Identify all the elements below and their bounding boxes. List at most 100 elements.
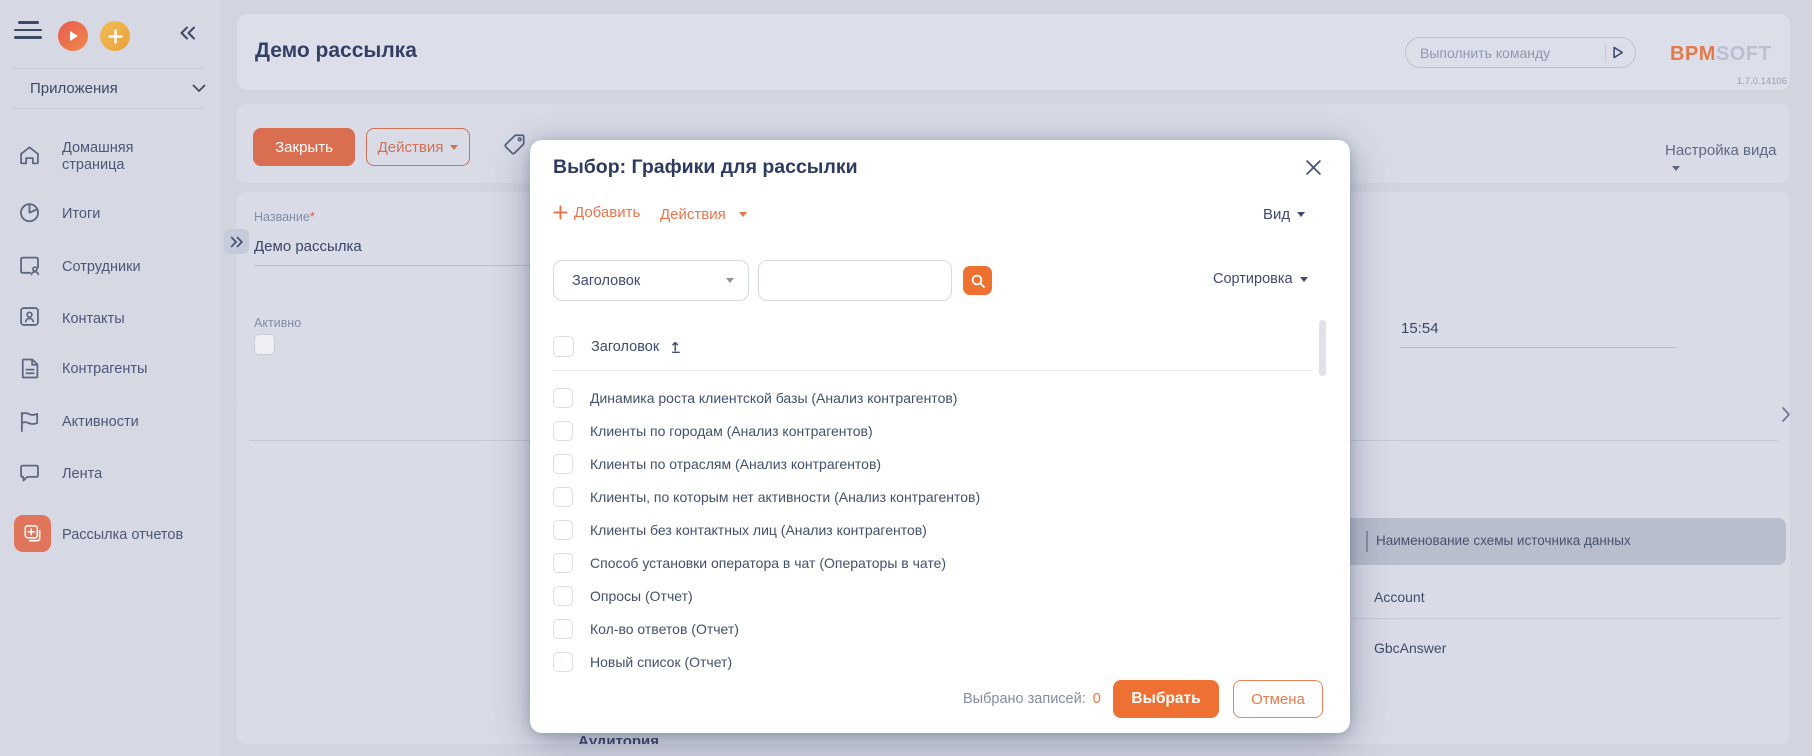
row-checkbox[interactable] xyxy=(553,520,573,540)
sort-dropdown[interactable]: Сортировка xyxy=(1213,271,1308,287)
sidebar: Приложения Домашняя страница Итоги Сотру… xyxy=(0,0,220,756)
filter-column-select[interactable]: Заголовок xyxy=(553,260,749,301)
row-checkbox[interactable] xyxy=(553,585,573,606)
sidebar-item-label: Домашняя страница xyxy=(62,140,134,173)
page-title: Демо рассылка xyxy=(255,39,417,62)
list-divider xyxy=(553,370,1313,371)
select-all-checkbox[interactable] xyxy=(553,336,574,357)
sidebar-item-label: Итоги xyxy=(62,206,101,222)
tab-audience[interactable]: Аудитория xyxy=(578,733,659,744)
sidebar-item-feed[interactable]: Лента xyxy=(0,460,220,490)
double-chevron-right-icon xyxy=(230,236,243,247)
name-field-label: Название* xyxy=(254,210,315,224)
column-resize-handle[interactable] xyxy=(1366,531,1368,552)
dialog-title: Выбор: Графики для рассылки xyxy=(553,156,858,178)
row-checkbox[interactable] xyxy=(553,651,573,672)
list-item[interactable]: Клиенты по городам (Анализ контрагентов) xyxy=(553,415,1315,448)
list-item[interactable]: Новый список (Отчет) xyxy=(553,645,1315,678)
workspace-select[interactable]: Приложения xyxy=(30,80,206,97)
home-icon xyxy=(20,146,39,165)
add-button[interactable]: Добавить xyxy=(553,204,640,221)
page-header: Демо рассылка BPMSOFT 1.7.0.14106 xyxy=(237,14,1790,90)
run-command-button[interactable] xyxy=(1609,44,1626,61)
plus-icon xyxy=(553,205,568,220)
close-button[interactable]: Закрыть xyxy=(253,128,355,166)
expand-panel-button[interactable] xyxy=(224,229,249,254)
caret-down-icon xyxy=(1672,165,1680,171)
active-checkbox[interactable] xyxy=(254,334,275,355)
search-icon xyxy=(971,274,985,288)
list-header: Заголовок xyxy=(553,336,685,357)
row-checkbox[interactable] xyxy=(553,454,573,475)
column-header-title[interactable]: Заголовок xyxy=(591,339,659,355)
chat-bubble-icon xyxy=(20,464,39,482)
active-field-label: Активно xyxy=(254,316,302,330)
sidebar-item-employees[interactable]: Сотрудники xyxy=(0,252,220,282)
selection-dialog: Выбор: Графики для рассылки Добавить Дей… xyxy=(530,140,1350,733)
logo-primary: BPM xyxy=(1670,43,1716,65)
list-item[interactable]: Динамика роста клиентской базы (Анализ к… xyxy=(553,382,1315,415)
list-item[interactable]: Клиенты по отраслям (Анализ контрагентов… xyxy=(553,448,1315,481)
field-underline xyxy=(254,265,534,266)
run-process-button[interactable] xyxy=(58,21,88,51)
chevron-right-icon xyxy=(1782,407,1790,422)
caret-down-icon xyxy=(738,212,747,217)
row-checkbox[interactable] xyxy=(553,388,573,409)
cancel-button[interactable]: Отмена xyxy=(1233,680,1323,718)
list-item[interactable]: Кол-во ответов (Отчет) xyxy=(553,612,1315,645)
caret-down-icon xyxy=(450,145,459,151)
actions-button[interactable]: Действия xyxy=(366,128,470,166)
table-row[interactable]: GbcAnswer xyxy=(1374,640,1446,656)
sort-ascending-icon[interactable] xyxy=(670,339,685,354)
row-checkbox[interactable] xyxy=(553,421,573,442)
employees-icon xyxy=(20,256,40,276)
sidebar-item-activities[interactable]: Активности xyxy=(0,408,220,438)
tags-button[interactable] xyxy=(501,131,528,163)
select-button[interactable]: Выбрать xyxy=(1113,680,1219,718)
close-dialog-button[interactable] xyxy=(1300,154,1326,180)
sidebar-item-accounts[interactable]: Контрагенты xyxy=(0,355,220,385)
row-checkbox[interactable] xyxy=(553,552,573,573)
caret-down-icon xyxy=(1299,276,1308,282)
view-dropdown[interactable]: Вид xyxy=(1263,206,1306,223)
view-settings-button[interactable]: Настройка вида xyxy=(1665,142,1790,176)
sidebar-item-contacts[interactable]: Контакты xyxy=(0,303,220,333)
search-button[interactable] xyxy=(963,266,992,295)
command-line xyxy=(1405,37,1636,68)
list-item[interactable]: Клиенты, по которым нет активности (Анал… xyxy=(553,481,1315,514)
collapse-sidebar-button[interactable] xyxy=(176,24,198,47)
name-field-value[interactable]: Демо рассылка xyxy=(254,238,362,255)
scrollbar-thumb[interactable] xyxy=(1319,320,1326,376)
section-expand-button[interactable] xyxy=(1781,406,1790,428)
table-row[interactable]: Account xyxy=(1374,589,1425,605)
list-item[interactable]: Опросы (Отчет) xyxy=(553,579,1315,612)
sidebar-item-label: Контрагенты xyxy=(62,361,148,377)
hamburger-menu-icon[interactable] xyxy=(14,21,44,39)
sidebar-divider xyxy=(12,108,204,109)
time-field-value[interactable]: 15:54 xyxy=(1401,320,1439,337)
sidebar-item-home[interactable]: Домашняя страница xyxy=(0,140,220,180)
sidebar-item-label: Лента xyxy=(62,466,103,482)
add-record-button[interactable] xyxy=(100,21,130,51)
tag-icon xyxy=(504,134,525,155)
plus-icon xyxy=(107,28,123,44)
sidebar-item-label: Сотрудники xyxy=(62,259,141,275)
bpmsoft-logo: BPMSOFT xyxy=(1670,43,1771,66)
sidebar-divider xyxy=(12,68,204,69)
document-icon xyxy=(21,358,39,379)
flag-icon xyxy=(20,411,39,432)
actions-dropdown[interactable]: Действия xyxy=(660,206,747,223)
row-checkbox[interactable] xyxy=(553,618,573,639)
list-item[interactable]: Способ установки оператора в чат (Операт… xyxy=(553,546,1315,579)
search-input[interactable] xyxy=(758,260,952,301)
row-checkbox[interactable] xyxy=(553,487,573,508)
command-input[interactable] xyxy=(1420,44,1601,61)
close-icon xyxy=(1305,159,1321,175)
sidebar-item-dashboards[interactable]: Итоги xyxy=(0,199,220,229)
sidebar-item-label: Рассылка отчетов xyxy=(62,527,184,543)
chevron-down-icon xyxy=(192,84,206,92)
sidebar-item-report-mailing[interactable]: Рассылка отчетов xyxy=(0,515,220,555)
column-header-label: Наименование схемы источника данных xyxy=(1376,533,1631,548)
version-label: 1.7.0.14106 xyxy=(1736,76,1787,87)
list-item[interactable]: Клиенты без контактных лиц (Анализ контр… xyxy=(553,514,1315,547)
